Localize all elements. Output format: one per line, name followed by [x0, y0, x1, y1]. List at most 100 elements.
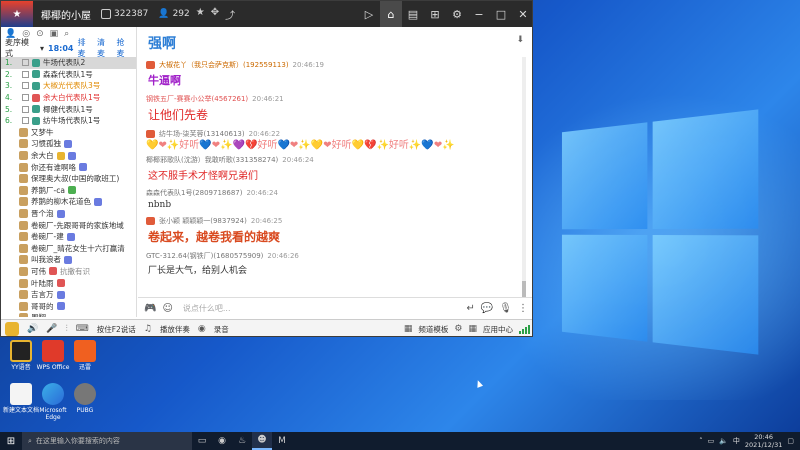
steam-icon[interactable]: ♨ [232, 432, 252, 450]
yy-taskbar-icon[interactable]: ☻ [252, 432, 272, 450]
channel-item[interactable]: 5. 椰健代表队1号 [1, 103, 136, 115]
wps-app-icon [42, 340, 64, 362]
taskbar-search[interactable]: ⌕ 在这里输入你要搜索的内容 [22, 432, 192, 450]
move-icon[interactable]: ✥ [211, 7, 219, 22]
record-button[interactable]: 录音 [214, 324, 229, 335]
star-icon[interactable]: ★ [196, 7, 205, 22]
share-icon[interactable]: ⤴ [225, 7, 235, 22]
sender-name[interactable]: 森森代表队1号(2809718687) [146, 188, 242, 198]
sender-name[interactable]: GTC-312.64(钢铁厂)(1680575909) [146, 251, 263, 261]
user-item[interactable]: 卷碗厂-建 [1, 231, 136, 243]
pin-icon[interactable]: ⬇ [516, 35, 524, 45]
list-icon[interactable]: ▤ [402, 1, 424, 27]
more-icon[interactable]: ⋮ [518, 303, 528, 314]
chat-message: GTC-312.64(钢铁厂)(1680575909) 20:46:26 厂长是大… [138, 250, 528, 281]
emoji-icon[interactable]: ☺ [162, 303, 172, 314]
sender-name[interactable]: 张小颖 颖颖颖一(9837924) [159, 216, 247, 226]
chevron-up-icon[interactable]: ˄ [699, 437, 703, 445]
start-button-icon[interactable]: ⊞ [0, 432, 22, 450]
channel-item[interactable]: 6. 纺牛场代表队1号 [1, 115, 136, 127]
location-icon[interactable]: ⊙ [36, 29, 44, 39]
m-app-icon[interactable]: M [272, 432, 292, 450]
gamepad-icon[interactable]: ⊞ [424, 1, 446, 27]
crown-icon [56, 151, 65, 160]
user-item[interactable]: 习惯孤独 [1, 138, 136, 150]
chat-bubble-icon[interactable]: 💬 [481, 303, 493, 314]
search-icon[interactable]: ⌕ [64, 29, 69, 39]
channel-item[interactable]: 4. 余大白代表队1号 [1, 92, 136, 104]
user-item[interactable]: 叫我浪者 [1, 254, 136, 266]
channel-item[interactable]: 3. 大椒光代表队3号 [1, 80, 136, 92]
room-avatar[interactable]: ★ [1, 1, 33, 27]
user-item[interactable]: 哥哥的 [1, 300, 136, 312]
mic-mode-row: 麦序模式 ▾ 18:04 排麦 清麦 抢麦 [1, 38, 136, 58]
user-item[interactable]: 卷碗厂-先跟哥哥的家族地域 [1, 219, 136, 231]
badge-icon [79, 163, 87, 172]
doc-icon[interactable]: ▣ [50, 29, 59, 39]
speaker-icon[interactable]: 🔊 [27, 324, 38, 334]
sender-name[interactable]: 纺牛场-柒芙蓉(13140613) [159, 129, 245, 139]
ime-icon[interactable]: 中 [733, 436, 740, 446]
sender-name[interactable]: 钢铁五厂-赛赛小公举(4567261) [146, 94, 248, 104]
checkbox[interactable] [22, 117, 29, 125]
checkbox[interactable] [22, 70, 29, 78]
grab-mic-link[interactable]: 抢麦 [116, 37, 132, 59]
chat-input[interactable]: 说点什么吧... [183, 303, 467, 314]
mic-mode-select[interactable]: 麦序模式 [5, 37, 36, 59]
taskbar-clock[interactable]: 20:46 2021/12/31 [745, 433, 782, 449]
chrome-icon[interactable]: ◉ [212, 432, 232, 450]
desktop-icon-pubg[interactable]: PUBG [66, 383, 104, 414]
settings-icon[interactable]: ⚙ [454, 324, 462, 334]
user-item[interactable]: 你还有谁啊咯 [1, 161, 136, 173]
user-item[interactable]: 晋个泡 [1, 208, 136, 220]
sender-name[interactable]: 椰椰邪歌队(沈游）我敢听歌(331358274) [146, 155, 278, 165]
user-item[interactable]: 保理奥大叔(中国的歌班工) [1, 173, 136, 185]
maximize-icon[interactable]: □ [490, 1, 512, 27]
task-view-icon[interactable]: ▭ [192, 432, 212, 450]
push-to-talk-label[interactable]: 按住F2说话 [97, 324, 136, 335]
settings-icon[interactable]: ⚙ [446, 1, 468, 27]
user-avatar [19, 290, 28, 300]
checkbox[interactable] [22, 59, 29, 67]
equalizer-icon[interactable]: ⫶ [65, 324, 67, 334]
video-icon[interactable]: ▷ [358, 1, 380, 27]
checkbox[interactable] [22, 105, 29, 113]
chevron-down-icon[interactable]: ▾ [40, 44, 44, 53]
user-item[interactable]: 叶陆雨 [1, 277, 136, 289]
checkbox[interactable] [22, 94, 29, 102]
user-item[interactable]: 养鹅的柳木花道色 [1, 196, 136, 208]
room-id-stat: 322387 [101, 9, 148, 19]
home-icon[interactable]: ⌂ [380, 1, 402, 27]
badge-icon [64, 255, 72, 264]
user-item[interactable]: 养鹅厂-ca [1, 185, 136, 197]
notification-icon[interactable]: ▢ [787, 437, 794, 445]
channel-item[interactable]: 2. 森森代表队1号 [1, 69, 136, 81]
checkbox[interactable] [22, 82, 29, 90]
minimize-icon[interactable]: − [468, 1, 490, 27]
scroll-thumb[interactable] [522, 281, 526, 297]
user-item[interactable]: 余大白 [1, 150, 136, 162]
user-item[interactable]: 可伟 抗撒有识 [1, 266, 136, 278]
close-icon[interactable]: ✕ [512, 1, 532, 27]
desktop-icon-xunlei[interactable]: 迅雷 [66, 340, 104, 371]
user-item[interactable]: 吉言万 [1, 289, 136, 301]
user-item[interactable]: 卷碗厂_晴花女生十六打赢清 [1, 243, 136, 255]
channel-template-button[interactable]: 频道模板 [418, 324, 448, 335]
queue-mic-link[interactable]: 排麦 [77, 37, 93, 59]
microphone-icon[interactable]: 🎤 [46, 324, 57, 334]
network-icon[interactable]: ▭ [708, 437, 715, 445]
clear-mic-link[interactable]: 清麦 [97, 37, 113, 59]
send-icon[interactable]: ↵ [466, 303, 474, 314]
yy-mic-icon[interactable] [5, 322, 19, 336]
volume-icon[interactable]: 🔈 [719, 437, 728, 445]
play-accompaniment-button[interactable]: 播放伴奏 [160, 324, 190, 335]
user-item[interactable]: 又梦牛 [1, 127, 136, 139]
sender-name[interactable]: 大椒花丫（我只会萨克斯）(192559113) [159, 60, 289, 70]
chat-scrollbar[interactable] [522, 57, 526, 297]
app-center-button[interactable]: 应用中心 [483, 324, 513, 335]
mic-icon[interactable]: 🎙 [499, 303, 512, 314]
folder-icon [32, 105, 40, 114]
folder-icon [32, 58, 40, 67]
gamepad-icon[interactable]: 🎮 [144, 303, 156, 314]
user-item[interactable]: 周翔 [1, 312, 136, 317]
